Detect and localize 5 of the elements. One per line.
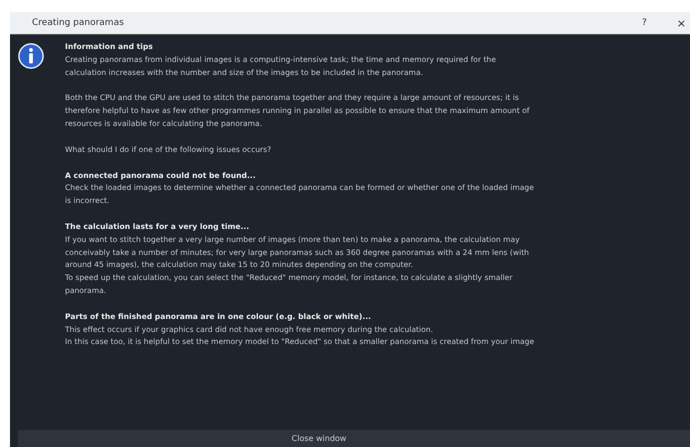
help-button[interactable]: ? <box>642 18 647 28</box>
window-title: Creating panoramas <box>32 18 125 28</box>
close-window-button[interactable]: Close window <box>18 430 690 447</box>
info-icon <box>18 43 44 69</box>
close-button[interactable]: × <box>676 16 686 30</box>
